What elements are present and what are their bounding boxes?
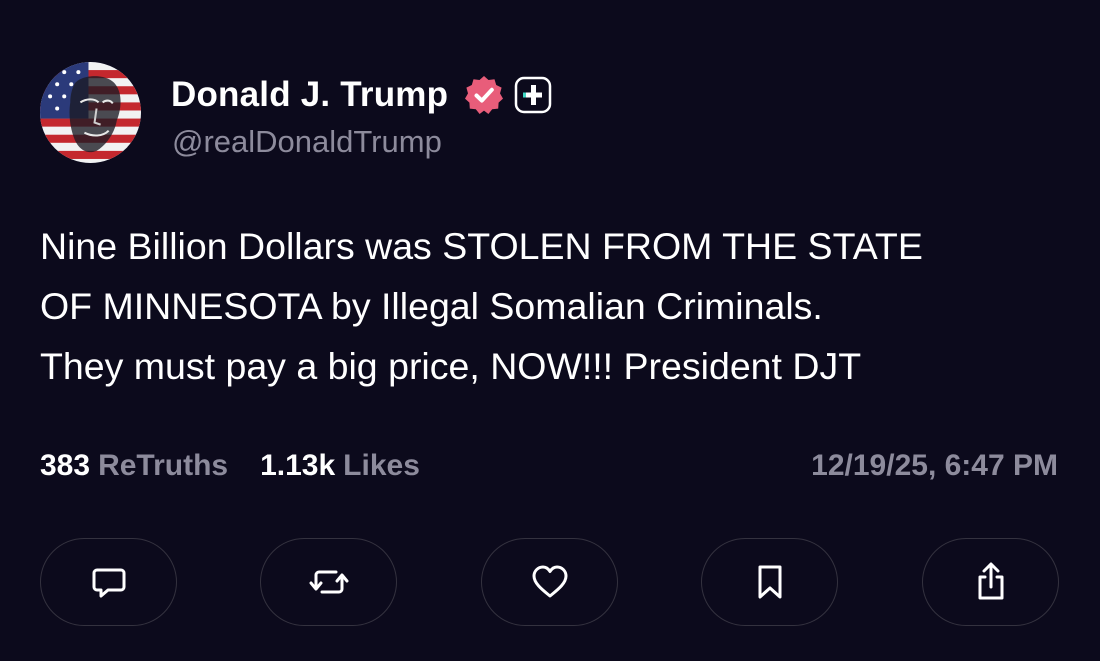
heart-icon (532, 565, 567, 598)
share-button[interactable] (922, 538, 1059, 626)
repost-icon (309, 570, 348, 594)
likes-count[interactable]: 1.13k (260, 449, 335, 483)
retruths-count[interactable]: 383 (40, 449, 90, 483)
post-text: Nine Billion Dollars was STOLEN FROM THE… (40, 225, 923, 387)
share-icon (978, 562, 1003, 600)
retruth-button[interactable] (260, 538, 397, 626)
like-button[interactable] (481, 538, 618, 626)
author-handle[interactable]: @realDonaldTrump (172, 124, 442, 160)
likes-label[interactable]: Likes (343, 449, 420, 483)
comment-icon (92, 568, 125, 598)
post-timestamp: 12/19/25, 6:47 PM (811, 449, 1058, 482)
retruths-label[interactable]: ReTruths (98, 449, 228, 483)
reply-button[interactable] (40, 538, 177, 626)
truth-plus-icon (514, 76, 552, 114)
action-bar (40, 538, 1060, 628)
author-row: Donald J. Trump (171, 72, 552, 118)
bookmark-icon (758, 565, 781, 599)
post-card: Donald J. Trump @realDonaldTrump Nine Bi… (0, 0, 1100, 661)
post-stats: 383 ReTruths 1.13k Likes (40, 446, 420, 486)
verified-badge-icon (462, 73, 506, 117)
display-name[interactable]: Donald J. Trump (171, 75, 448, 115)
avatar[interactable] (40, 62, 141, 163)
bookmark-button[interactable] (701, 538, 838, 626)
